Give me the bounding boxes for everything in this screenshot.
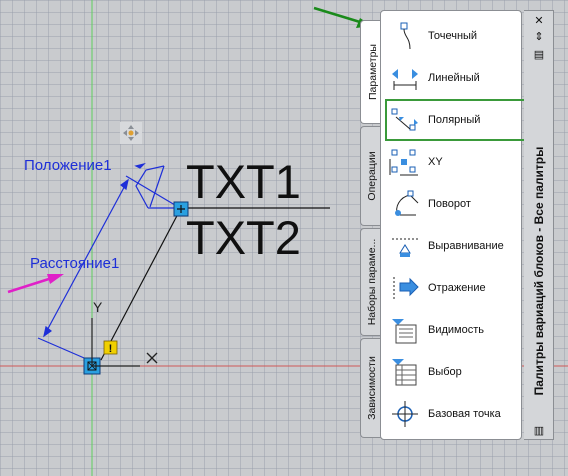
parameter-xy[interactable]: XY (385, 141, 531, 183)
polar-grip-icon[interactable] (173, 201, 189, 217)
tab-actions[interactable]: Операции (360, 126, 382, 226)
close-icon[interactable]: ✕ (532, 15, 546, 27)
parameter-list: Точечный Линейный Полярный XY Поворот Вы… (385, 15, 531, 435)
warning-icon[interactable]: ! (103, 340, 118, 355)
ucs-x-label (146, 352, 158, 364)
parameter-flip[interactable]: Отражение (385, 267, 531, 309)
lookup-parameter-icon (392, 359, 417, 386)
polar-parameter-icon (391, 108, 418, 131)
text-bottom: TXT2 (186, 211, 301, 264)
tab-constraints[interactable]: Зависимости (360, 338, 382, 438)
properties-icon[interactable]: ▤ (532, 49, 546, 61)
move-grip-icon[interactable] (120, 122, 142, 144)
alignment-parameter-icon (392, 238, 418, 257)
position-label: Положение1 (24, 157, 112, 174)
ucs-y-label: Y (93, 299, 103, 315)
parameter-base-point[interactable]: Базовая точка (385, 393, 531, 435)
xy-parameter-icon (389, 149, 418, 176)
parameter-alignment[interactable]: Выравнивание (385, 225, 531, 267)
palette-menu-icon[interactable]: ▥ (532, 425, 546, 437)
palette-titlebar[interactable]: ✕ ⇕ ▤ Палитры вариаций блоков - Все пали… (524, 10, 554, 440)
parameter-linear[interactable]: Линейный (385, 57, 531, 99)
rotation-parameter-icon (395, 190, 419, 216)
palette-panel: Точечный Линейный Полярный XY Поворот Вы… (380, 10, 545, 440)
parameter-polar[interactable]: Полярный (385, 99, 531, 141)
flip-parameter-icon (393, 277, 419, 299)
tab-parameter-sets[interactable]: Наборы параме... (360, 228, 382, 336)
parameter-lookup[interactable]: Выбор (385, 351, 531, 393)
palette-title: Палитры вариаций блоков - Все палитры (531, 146, 546, 396)
distance-label: Расстояние1 (30, 255, 119, 272)
svg-text:!: ! (109, 343, 113, 355)
parameter-visibility[interactable]: Видимость (385, 309, 531, 351)
parameter-point[interactable]: Точечный (385, 15, 531, 57)
block-authoring-palette: Параметры Операции Наборы параме... Зави… (360, 10, 556, 442)
visibility-parameter-icon (392, 319, 417, 344)
base-point-parameter-icon (392, 401, 418, 427)
point-parameter-icon (400, 22, 411, 50)
parameter-rotation[interactable]: Поворот (385, 183, 531, 225)
magenta-arrow-icon (7, 274, 64, 294)
text-top: TXT1 (186, 155, 301, 208)
autohide-icon[interactable]: ⇕ (532, 31, 546, 43)
connector-line (100, 209, 181, 361)
linear-parameter-icon (392, 69, 418, 90)
